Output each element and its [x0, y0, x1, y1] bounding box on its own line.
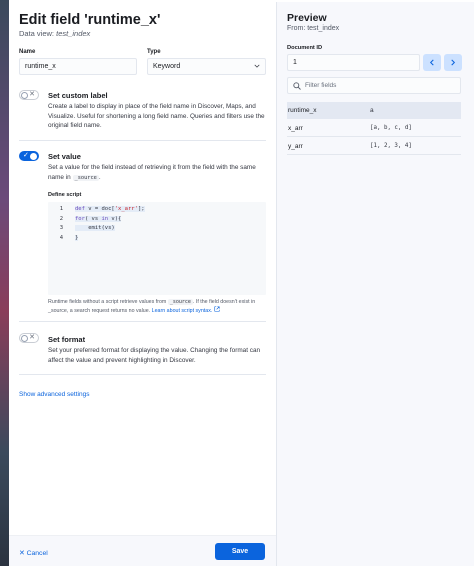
section-divider — [19, 321, 266, 322]
table-row: y_arr [1, 2, 3, 4] — [287, 138, 461, 155]
type-select-value: Keyword — [153, 63, 181, 70]
cancel-button[interactable]: ✕ Cancel — [19, 549, 48, 557]
chevron-down-icon — [254, 64, 260, 68]
page-backdrop — [0, 0, 9, 566]
flyout-footer: ✕ Cancel Save — [9, 535, 276, 566]
code-line-2: for( vs in v){ — [75, 215, 122, 222]
source-code-chip: _source — [72, 174, 99, 181]
document-id-input[interactable]: 1 — [287, 54, 420, 71]
preview-title: Preview — [287, 12, 327, 24]
search-icon — [293, 82, 301, 90]
set-value-description-end: . — [98, 173, 101, 181]
set-value-description: Set a value for the field instead of ret… — [48, 163, 268, 183]
custom-label-toggle[interactable]: ✕ — [19, 90, 39, 100]
source-code-chip: _source — [167, 299, 193, 305]
line-number: 2 — [59, 215, 63, 222]
set-format-toggle[interactable]: ✕ — [19, 333, 39, 343]
external-link-icon — [214, 306, 220, 312]
preview-subtitle: From: test_index — [287, 25, 340, 32]
set-format-description: Set your preferred format for displaying… — [48, 347, 261, 364]
section-divider — [19, 374, 266, 375]
table-row: x_arr [a, b, c, d] — [287, 120, 461, 137]
document-id-label: Document ID — [287, 45, 323, 51]
code-line-3: emit(vs) — [75, 225, 115, 231]
field-name: runtime_x — [288, 107, 317, 114]
cancel-label: Cancel — [26, 550, 48, 557]
script-help-text: Runtime fields without a script retrieve… — [48, 298, 266, 315]
field-name: x_arr — [288, 125, 303, 132]
set-format-title: Set format — [48, 335, 86, 344]
flyout-title: Edit field 'runtime_x' — [19, 12, 161, 28]
filter-fields-input[interactable]: Filter fields — [287, 77, 461, 94]
script-code: def v = doc['x_arr']; for( vs in v){ emit… — [75, 205, 145, 243]
set-value-toggle[interactable]: ✓ — [19, 151, 39, 161]
cross-icon: ✕ — [19, 550, 25, 557]
line-number: 3 — [59, 225, 63, 231]
data-view-name: test_index — [56, 29, 91, 38]
help-text-start: Runtime fields without a script retrieve… — [48, 299, 167, 305]
cross-icon: ✕ — [29, 91, 35, 98]
field-value: [1, 2, 3, 4] — [370, 143, 412, 149]
preview-row-current-field: runtime_x a — [287, 102, 461, 119]
custom-label-description: Create a label to display in place of th… — [48, 103, 265, 129]
line-numbers: 1 2 3 4 — [51, 205, 63, 243]
toggle-knob — [21, 91, 28, 99]
type-label: Type — [147, 49, 161, 55]
field-name: y_arr — [288, 143, 303, 150]
preview-panel: Preview From: test_index Document ID 1 F… — [276, 2, 474, 566]
chevron-left-icon — [429, 59, 434, 66]
check-icon: ✓ — [23, 152, 29, 159]
define-script-label: Define script — [48, 192, 82, 198]
data-view-label: Data view: — [19, 29, 55, 38]
field-editor-panel: Edit field 'runtime_x' Data view: test_i… — [9, 2, 276, 566]
data-view-caption: Data view: test_index — [19, 29, 90, 38]
line-number: 4 — [59, 234, 63, 241]
section-divider — [19, 140, 266, 141]
line-number: 1 — [59, 206, 63, 212]
chevron-right-icon — [451, 59, 456, 66]
cross-icon: ✕ — [29, 334, 35, 341]
script-editor[interactable]: 1 2 3 4 def v = doc['x_arr']; for( vs in … — [48, 202, 266, 295]
name-input[interactable]: runtime_x — [19, 58, 137, 75]
name-label: Name — [19, 49, 36, 55]
field-value: a — [370, 107, 374, 114]
type-select[interactable]: Keyword — [147, 58, 266, 75]
edit-field-flyout: Edit field 'runtime_x' Data view: test_i… — [9, 2, 474, 566]
toggle-knob — [30, 153, 37, 160]
set-value-title: Set value — [48, 152, 81, 161]
next-document-button[interactable] — [444, 54, 462, 71]
toggle-knob — [21, 334, 28, 342]
script-syntax-link[interactable]: Learn about script syntax. — [152, 308, 213, 314]
custom-label-title: Set custom label — [48, 91, 108, 100]
code-line-1: def v = doc['x_arr']; — [75, 206, 145, 212]
code-line-4: } — [75, 234, 79, 241]
filter-placeholder: Filter fields — [305, 82, 337, 89]
previous-document-button[interactable] — [423, 54, 441, 71]
field-value: [a, b, c, d] — [370, 125, 412, 131]
save-button[interactable]: Save — [215, 543, 265, 560]
show-advanced-settings-link[interactable]: Show advanced settings — [19, 391, 89, 398]
